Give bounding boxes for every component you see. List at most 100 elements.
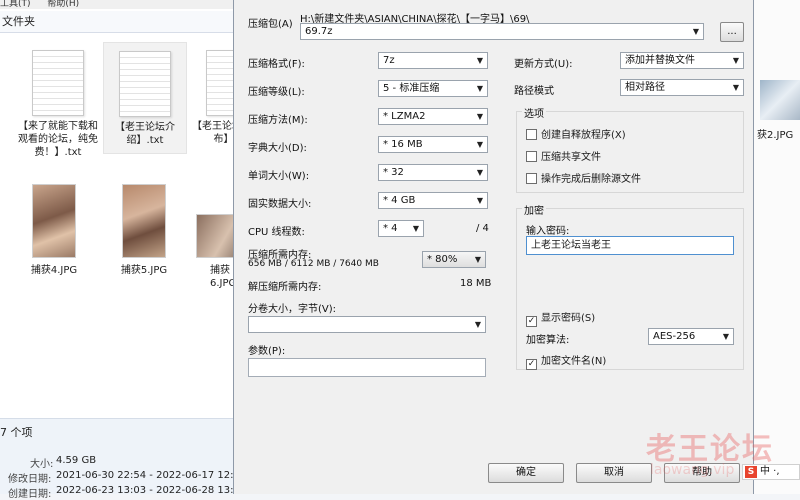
browse-button[interactable]: ... bbox=[720, 22, 744, 42]
volume-size-combo[interactable]: ▼ bbox=[248, 316, 486, 333]
word-value: * 32 bbox=[383, 167, 404, 178]
solid-label: 固实数据大小: bbox=[248, 199, 312, 210]
image-thumbnail[interactable] bbox=[760, 80, 800, 120]
solid-select[interactable]: * 4 GB ▼ bbox=[378, 192, 488, 209]
file-name: 【老王论坛介绍】.txt bbox=[115, 122, 175, 146]
watermark-url: laowang.vip bbox=[650, 462, 735, 478]
delete-after-checkbox[interactable]: 操作完成后删除源文件 bbox=[526, 170, 641, 185]
path-mode-value: 相对路径 bbox=[625, 82, 665, 93]
params-label: 参数(P): bbox=[248, 346, 286, 357]
chevron-down-icon: ▼ bbox=[412, 224, 419, 233]
options-title: 选项 bbox=[522, 105, 546, 120]
cpu-label: CPU 线程数: bbox=[248, 227, 305, 238]
file-name: 【来了就能下载和观看的论坛，纯免费！】.txt bbox=[18, 121, 98, 158]
file-item[interactable]: 捕获5.JPG bbox=[102, 184, 186, 277]
chevron-down-icon: ▼ bbox=[474, 320, 481, 329]
method-label: 压缩方法(M): bbox=[248, 115, 308, 126]
path-mode-label: 路径模式 bbox=[514, 86, 554, 97]
encryption-method-select[interactable]: AES-256 ▼ bbox=[648, 328, 734, 345]
password-label: 输入密码: bbox=[526, 226, 570, 237]
decompress-memory-label: 解压缩所需内存: bbox=[248, 282, 322, 293]
delete-after-label: 操作完成后删除源文件 bbox=[541, 174, 641, 185]
shared-files-checkbox[interactable]: 压缩共享文件 bbox=[526, 148, 601, 163]
modified-label: 修改日期: bbox=[8, 474, 52, 485]
created-value: 2022-06-23 13:03 - 2022-06-28 13:08 bbox=[56, 485, 247, 496]
chevron-down-icon: ▼ bbox=[476, 56, 483, 65]
menu-bar: 工具(T) 帮助(H) bbox=[0, 0, 236, 9]
archive-name-combo[interactable]: 69.7z ▼ bbox=[300, 23, 704, 40]
chevron-down-icon: ▼ bbox=[722, 332, 729, 341]
encrypt-names-label: 加密文件名(N) bbox=[541, 356, 607, 367]
chevron-down-icon: ▼ bbox=[476, 196, 483, 205]
file-item[interactable]: 【老王论坛介绍】.txt bbox=[103, 42, 187, 154]
chevron-down-icon: ▼ bbox=[476, 168, 483, 177]
chevron-down-icon: ▼ bbox=[474, 255, 481, 264]
menu-tools[interactable]: 工具(T) bbox=[0, 0, 31, 9]
image-thumbnail bbox=[32, 184, 76, 258]
ime-toolbar[interactable]: S中 ·, bbox=[742, 464, 800, 480]
dict-value: * 16 MB bbox=[383, 139, 423, 150]
encryption-method-value: AES-256 bbox=[653, 331, 696, 342]
chevron-down-icon: ▼ bbox=[476, 140, 483, 149]
archive-name-value: 69.7z bbox=[305, 26, 333, 37]
created-label: 创建日期: bbox=[8, 489, 52, 500]
item-count: 7 个项 bbox=[0, 426, 33, 439]
size-value: 4.59 GB bbox=[56, 455, 97, 466]
archive-label: 压缩包(A) bbox=[248, 19, 293, 30]
method-select[interactable]: * LZMA2 ▼ bbox=[378, 108, 488, 125]
size-label: 大小: bbox=[30, 459, 54, 470]
ime-status: 中 ·, bbox=[760, 466, 780, 477]
checkbox-box[interactable] bbox=[526, 129, 537, 140]
solid-value: * 4 GB bbox=[383, 195, 416, 206]
encryption-method-label: 加密算法: bbox=[526, 335, 570, 346]
encrypt-names-checkbox[interactable]: ✓ 加密文件名(N) bbox=[526, 352, 606, 370]
format-value: 7z bbox=[383, 55, 395, 66]
sfx-checkbox[interactable]: 创建自释放程序(X) bbox=[526, 126, 626, 141]
file-name: 获2.JPG bbox=[757, 130, 794, 141]
checkbox-box[interactable]: ✓ bbox=[526, 316, 537, 327]
memory-percent-value: * 80% bbox=[427, 254, 458, 265]
update-mode-label: 更新方式(U): bbox=[514, 59, 573, 70]
modified-value: 2021-06-30 22:54 - 2022-06-17 12:34 bbox=[56, 470, 247, 481]
file-item[interactable]: 捕获4.JPG bbox=[12, 184, 96, 277]
cpu-total: / 4 bbox=[476, 223, 489, 234]
show-password-label: 显示密码(S) bbox=[541, 313, 596, 324]
checkbox-box[interactable]: ✓ bbox=[526, 359, 537, 370]
add-to-archive-dialog: 压缩包(A) H:\新建文件夹\ASIAN\CHINA\探花\【一字马】\69\… bbox=[233, 0, 754, 494]
file-item[interactable]: 捕获6.JPG bbox=[192, 214, 234, 290]
explorer-right-pane bbox=[752, 0, 800, 494]
password-input[interactable]: 上老王论坛当老王 bbox=[526, 236, 734, 255]
dict-label: 字典大小(D): bbox=[248, 143, 307, 154]
checkbox-box[interactable] bbox=[526, 151, 537, 162]
update-mode-select[interactable]: 添加并替换文件 ▼ bbox=[620, 52, 744, 69]
show-password-checkbox[interactable]: ✓ 显示密码(S) bbox=[526, 309, 595, 327]
image-thumbnail bbox=[196, 214, 234, 258]
word-label: 单词大小(W): bbox=[248, 171, 310, 182]
path-mode-select[interactable]: 相对路径 ▼ bbox=[620, 79, 744, 96]
text-file-icon bbox=[32, 50, 84, 116]
dict-select[interactable]: * 16 MB ▼ bbox=[378, 136, 488, 153]
update-mode-value: 添加并替换文件 bbox=[625, 55, 695, 66]
file-item[interactable]: 【来了就能下载和观看的论坛，纯免费！】.txt bbox=[16, 42, 100, 168]
address-bar[interactable]: 文件夹 bbox=[0, 11, 236, 33]
cpu-select[interactable]: * 4 ▼ bbox=[378, 220, 424, 237]
chevron-down-icon: ▼ bbox=[692, 27, 699, 36]
shared-files-label: 压缩共享文件 bbox=[541, 152, 601, 163]
cancel-button[interactable]: 取消 bbox=[576, 463, 652, 483]
format-select[interactable]: 7z ▼ bbox=[378, 52, 488, 69]
level-select[interactable]: 5 - 标准压缩 ▼ bbox=[378, 80, 488, 97]
decompress-memory-value: 18 MB bbox=[460, 278, 492, 289]
chevron-down-icon: ▼ bbox=[476, 84, 483, 93]
details-pane: 7 个项 大小: 4.59 GB 修改日期: 2021-06-30 22:54 … bbox=[0, 418, 246, 500]
text-file-icon bbox=[119, 51, 171, 117]
checkbox-box[interactable] bbox=[526, 173, 537, 184]
memory-percent-select[interactable]: * 80% ▼ bbox=[422, 251, 486, 268]
method-value: * LZMA2 bbox=[383, 111, 426, 122]
menu-help[interactable]: 帮助(H) bbox=[47, 0, 79, 9]
params-input[interactable] bbox=[248, 358, 486, 377]
memory-value: 656 MB / 6112 MB / 7640 MB bbox=[248, 259, 379, 269]
chevron-down-icon: ▼ bbox=[476, 112, 483, 121]
ok-button[interactable]: 确定 bbox=[488, 463, 564, 483]
word-select[interactable]: * 32 ▼ bbox=[378, 164, 488, 181]
chevron-down-icon: ▼ bbox=[732, 83, 739, 92]
